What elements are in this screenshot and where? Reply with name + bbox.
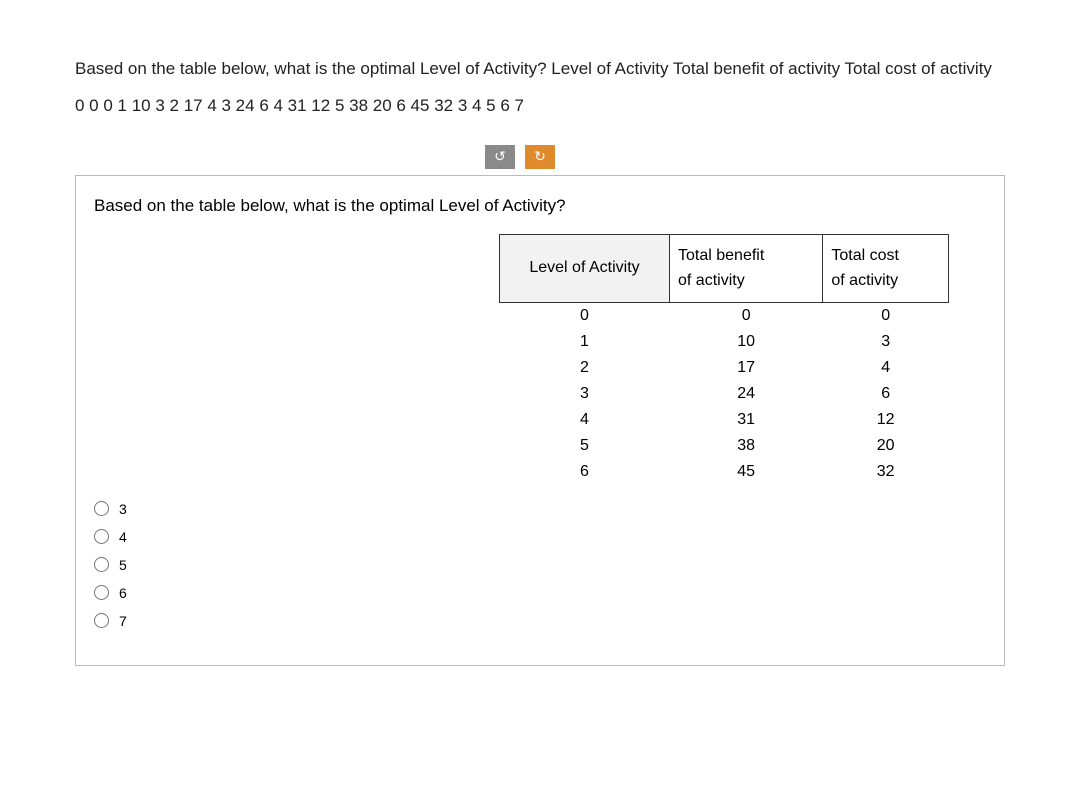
option-label: 5 [119,557,127,573]
cell-benefit: 24 [670,381,823,407]
question-box: Based on the table below, what is the op… [75,175,1005,666]
cell-cost: 0 [823,302,949,329]
undo-icon: ↺ [494,148,506,165]
option-label: 6 [119,585,127,601]
question-title: Based on the table below, what is the op… [94,196,986,216]
cell-level: 0 [500,302,670,329]
undo-button[interactable]: ↺ [485,145,515,169]
cell-level: 2 [500,355,670,381]
cell-benefit: 38 [670,433,823,459]
redo-button[interactable]: ↻ [525,145,555,169]
option-label: 4 [119,529,127,545]
table-body: 000110321743246431125382064532 [500,302,949,485]
option-row[interactable]: 4 [94,523,986,551]
header-cost: Total cost of activity [823,234,949,302]
data-table-wrap: Level of Activity Total benefit of activ… [499,234,949,485]
table-row: 3246 [500,381,949,407]
option-row[interactable]: 3 [94,495,986,523]
table-row: 000 [500,302,949,329]
table-row: 43112 [500,407,949,433]
intro-paragraph: Based on the table below, what is the op… [75,50,1005,125]
option-radio[interactable] [94,613,109,628]
header-level: Level of Activity [500,234,670,302]
cell-level: 6 [500,459,670,485]
option-label: 3 [119,501,127,517]
table-row: 64532 [500,459,949,485]
option-row[interactable]: 6 [94,579,986,607]
cell-cost: 32 [823,459,949,485]
header-benefit: Total benefit of activity [670,234,823,302]
cell-benefit: 10 [670,329,823,355]
option-label: 7 [119,613,127,629]
answer-options: 3 4 5 6 7 [94,495,986,635]
cell-cost: 3 [823,329,949,355]
table-row: 53820 [500,433,949,459]
cell-benefit: 17 [670,355,823,381]
cell-cost: 12 [823,407,949,433]
toolbar: ↺ ↻ [35,145,1005,169]
option-radio[interactable] [94,585,109,600]
option-row[interactable]: 7 [94,607,986,635]
cell-level: 1 [500,329,670,355]
table-row: 1103 [500,329,949,355]
cell-cost: 4 [823,355,949,381]
cell-benefit: 45 [670,459,823,485]
cell-level: 4 [500,407,670,433]
redo-icon: ↻ [534,148,546,165]
table-row: 2174 [500,355,949,381]
cell-benefit: 0 [670,302,823,329]
cell-cost: 20 [823,433,949,459]
option-radio[interactable] [94,557,109,572]
cell-level: 3 [500,381,670,407]
option-radio[interactable] [94,501,109,516]
cell-benefit: 31 [670,407,823,433]
cell-level: 5 [500,433,670,459]
option-row[interactable]: 5 [94,551,986,579]
option-radio[interactable] [94,529,109,544]
cell-cost: 6 [823,381,949,407]
data-table: Level of Activity Total benefit of activ… [499,234,949,485]
